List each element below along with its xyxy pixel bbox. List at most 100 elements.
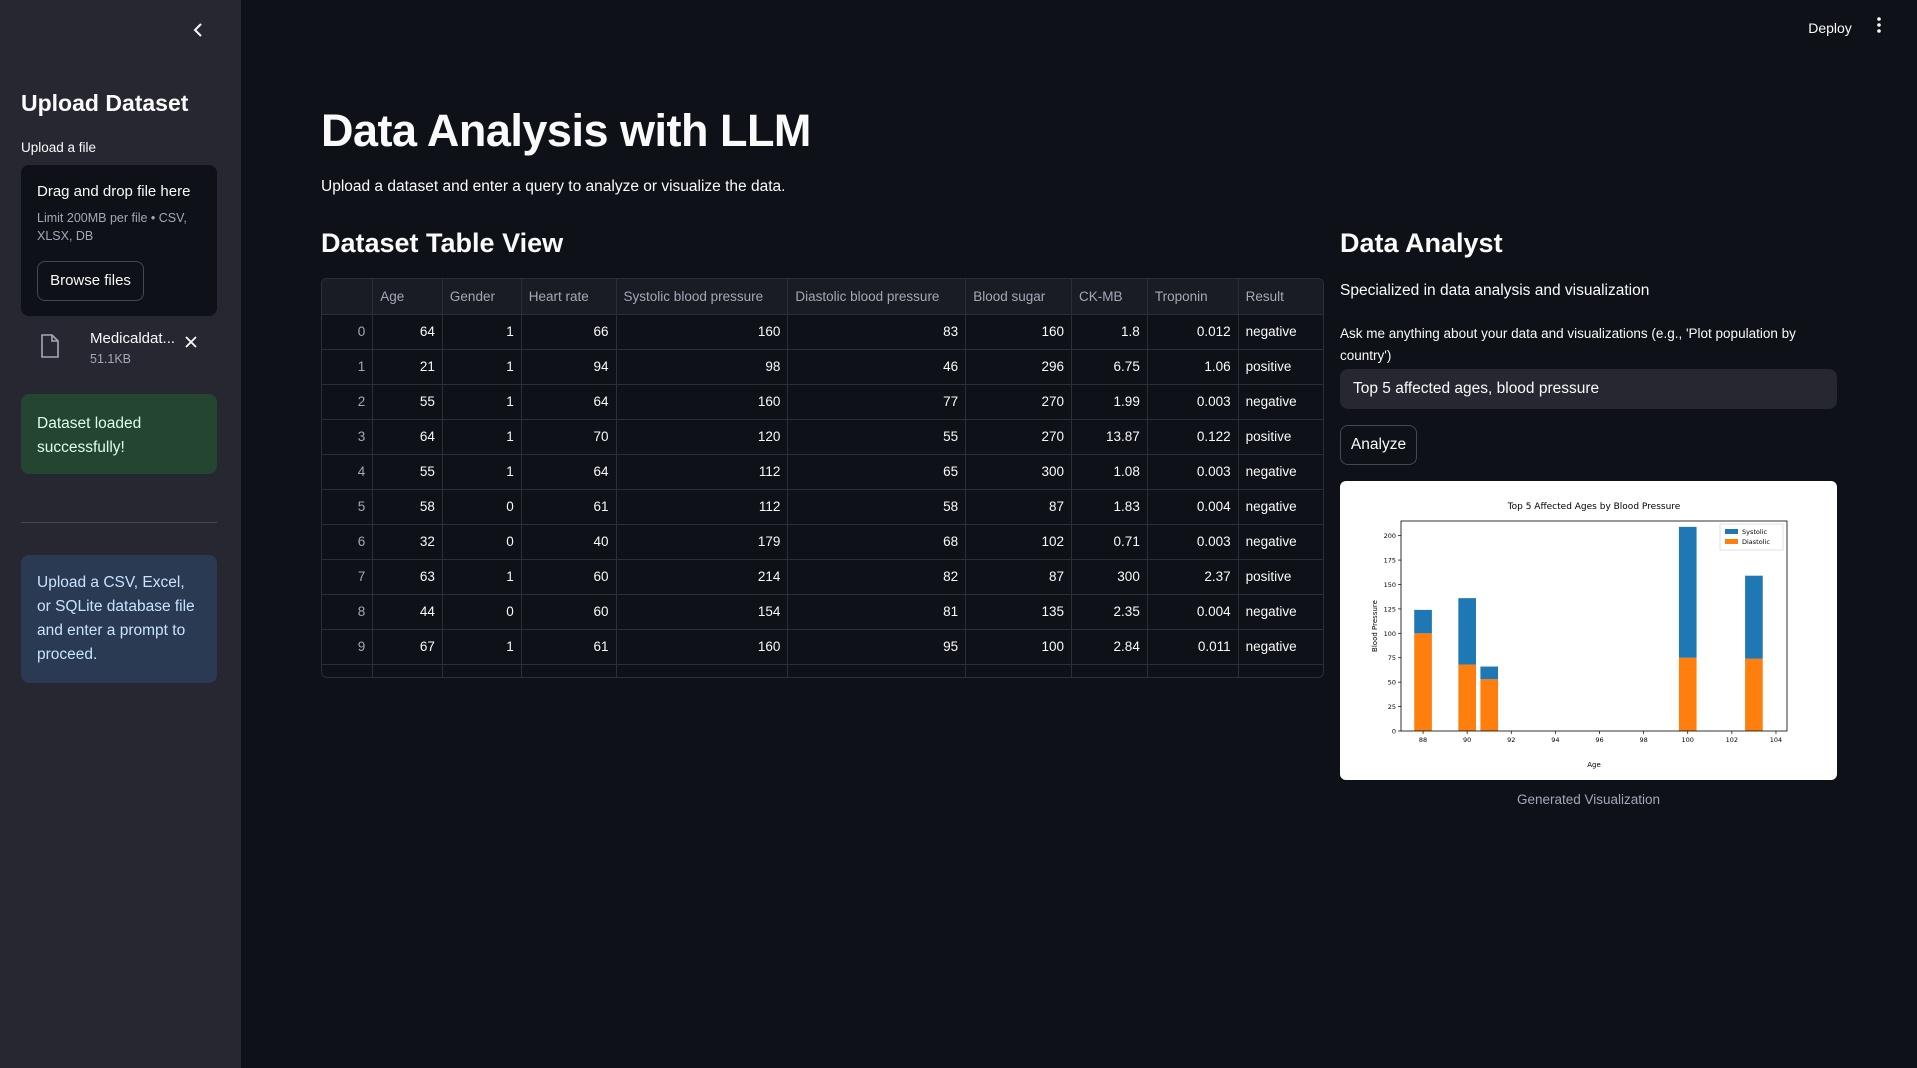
table-cell[interactable]: negative — [1238, 454, 1323, 490]
chevron-left-icon[interactable] — [187, 18, 211, 42]
table-cell[interactable]: 21 — [372, 349, 443, 385]
table-cell[interactable]: 0.011 — [1147, 629, 1239, 665]
table-cell[interactable]: negative — [1238, 629, 1323, 665]
table-cell[interactable]: 46 — [787, 349, 967, 385]
table-cell[interactable]: 94 — [521, 349, 617, 385]
row-index[interactable]: 9 — [322, 629, 374, 665]
table-cell[interactable]: 2.37 — [1147, 559, 1239, 595]
table-cell[interactable]: 0.003 — [1147, 454, 1239, 490]
table-cell[interactable]: 1 — [442, 314, 522, 350]
table-cell[interactable]: 1 — [442, 384, 522, 420]
deploy-button[interactable]: Deploy — [1800, 15, 1860, 41]
table-cell[interactable]: 40 — [521, 524, 617, 560]
close-icon[interactable] — [181, 332, 201, 358]
table-cell[interactable]: 60 — [521, 594, 617, 630]
analyze-button[interactable]: Analyze — [1340, 425, 1417, 465]
table-row[interactable]: 5 58 0 61 112 58 87 1.83 0.004 negative — [322, 489, 1323, 525]
table-row[interactable]: 0 64 1 66 160 83 160 1.8 0.012 negative — [322, 314, 1323, 350]
table-row[interactable]: 1 21 1 94 98 46 296 6.75 1.06 positive — [322, 349, 1323, 385]
table-cell[interactable]: 64 — [521, 384, 617, 420]
column-header[interactable]: Heart rate — [521, 279, 617, 315]
table-cell[interactable]: 1 — [442, 559, 522, 595]
table-row[interactable]: 4 55 1 64 112 65 300 1.08 0.003 negative — [322, 454, 1323, 490]
row-index[interactable]: 3 — [322, 419, 374, 455]
table-cell[interactable]: 61 — [521, 489, 617, 525]
table-cell[interactable]: 1.08 — [1071, 454, 1148, 490]
table-cell[interactable]: 32 — [372, 524, 443, 560]
table-cell[interactable]: 55 — [372, 454, 443, 490]
table-cell[interactable]: 55 — [372, 384, 443, 420]
table-row[interactable]: 9 67 1 61 160 95 100 2.84 0.011 negative — [322, 629, 1323, 665]
table-cell[interactable]: 0 — [442, 489, 522, 525]
table-cell[interactable]: 102 — [965, 524, 1072, 560]
table-cell[interactable]: 66 — [521, 314, 617, 350]
table-cell[interactable]: 64 — [372, 314, 443, 350]
table-cell[interactable]: positive — [1238, 559, 1323, 595]
table-cell[interactable]: 2.84 — [1071, 629, 1148, 665]
column-header[interactable]: Troponin — [1147, 279, 1239, 315]
file-dropzone[interactable]: Drag and drop file here Limit 200MB per … — [21, 165, 217, 316]
table-cell[interactable]: 135 — [965, 594, 1072, 630]
table-cell[interactable]: 160 — [616, 629, 789, 665]
table-cell[interactable]: 0.003 — [1147, 524, 1239, 560]
table-cell[interactable]: 65 — [787, 454, 967, 490]
table-cell[interactable]: 296 — [965, 349, 1072, 385]
table-cell[interactable]: 44 — [372, 594, 443, 630]
table-cell[interactable]: 82 — [787, 559, 967, 595]
table-cell[interactable]: negative — [1238, 524, 1323, 560]
table-cell[interactable]: 2.35 — [1071, 594, 1148, 630]
table-cell[interactable]: 0.004 — [1147, 594, 1239, 630]
row-index[interactable]: 4 — [322, 454, 374, 490]
row-index[interactable]: 2 — [322, 384, 374, 420]
table-cell[interactable]: negative — [1238, 384, 1323, 420]
data-table[interactable]: Age Gender Heart rate Systolic blood pressu… — [321, 278, 1324, 678]
table-cell[interactable]: 13.87 — [1071, 419, 1148, 455]
table-cell[interactable]: 87 — [965, 559, 1072, 595]
table-cell[interactable]: 270 — [965, 419, 1072, 455]
table-cell[interactable]: 179 — [616, 524, 789, 560]
table-cell[interactable]: 0.012 — [1147, 314, 1239, 350]
table-cell[interactable]: 98 — [616, 349, 789, 385]
table-cell[interactable]: 160 — [965, 314, 1072, 350]
table-cell[interactable]: 64 — [521, 454, 617, 490]
table-cell[interactable]: 1 — [442, 419, 522, 455]
table-cell[interactable]: 77 — [787, 384, 967, 420]
table-cell[interactable]: negative — [1238, 489, 1323, 525]
table-cell[interactable]: 0 — [442, 524, 522, 560]
row-index[interactable]: 8 — [322, 594, 374, 630]
table-cell[interactable]: 64 — [372, 419, 443, 455]
table-cell[interactable]: 87 — [965, 489, 1072, 525]
table-cell[interactable]: 61 — [521, 629, 617, 665]
table-cell[interactable]: 1 — [442, 629, 522, 665]
table-cell[interactable]: 214 — [616, 559, 789, 595]
table-cell[interactable]: 160 — [616, 384, 789, 420]
table-row[interactable]: 2 55 1 64 160 77 270 1.99 0.003 negative — [322, 384, 1323, 420]
column-header[interactable]: Gender — [442, 279, 522, 315]
table-cell[interactable]: 1.06 — [1147, 349, 1239, 385]
table-row[interactable]: 7 63 1 60 214 82 87 300 2.37 positive — [322, 559, 1323, 595]
table-cell[interactable]: 58 — [787, 489, 967, 525]
table-cell[interactable]: positive — [1238, 419, 1323, 455]
table-cell[interactable]: 0 — [442, 594, 522, 630]
row-index[interactable]: 6 — [322, 524, 374, 560]
table-cell[interactable]: 67 — [372, 629, 443, 665]
table-cell[interactable]: 58 — [372, 489, 443, 525]
table-row[interactable]: 3 64 1 70 120 55 270 13.87 0.122 positive — [322, 419, 1323, 455]
table-cell[interactable]: 6.75 — [1071, 349, 1148, 385]
table-cell[interactable]: 55 — [787, 419, 967, 455]
table-cell[interactable]: 112 — [616, 489, 789, 525]
table-cell[interactable]: 300 — [1071, 559, 1148, 595]
table-cell[interactable]: 1.83 — [1071, 489, 1148, 525]
row-index[interactable]: 0 — [322, 314, 374, 350]
table-cell[interactable]: 70 — [521, 419, 617, 455]
table-cell[interactable]: 160 — [616, 314, 789, 350]
table-cell[interactable]: 154 — [616, 594, 789, 630]
table-cell[interactable]: 300 — [965, 454, 1072, 490]
table-row[interactable]: 6 32 0 40 179 68 102 0.71 0.003 negative — [322, 524, 1323, 560]
table-cell[interactable]: 1.8 — [1071, 314, 1148, 350]
table-cell[interactable]: 68 — [787, 524, 967, 560]
table-cell[interactable]: 0.71 — [1071, 524, 1148, 560]
table-cell[interactable]: 0.122 — [1147, 419, 1239, 455]
table-cell[interactable]: 100 — [965, 629, 1072, 665]
column-header[interactable] — [322, 279, 374, 315]
